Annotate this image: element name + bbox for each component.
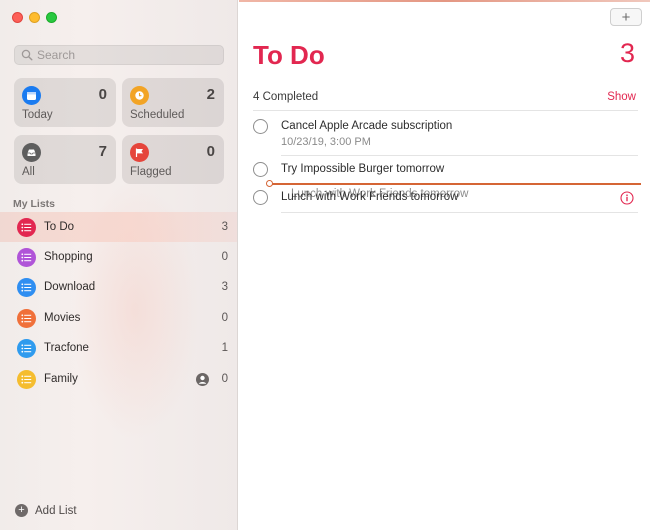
completed-summary: 4 Completed Show — [253, 91, 636, 103]
list-bullets-icon — [17, 369, 36, 389]
task-checkbox[interactable] — [253, 162, 268, 177]
search-input[interactable]: Search — [14, 45, 224, 65]
shared-person-icon — [196, 372, 209, 386]
minimize-window-button[interactable] — [29, 12, 40, 23]
list-name: Shopping — [44, 251, 93, 263]
drop-indicator-dot — [266, 180, 273, 187]
close-window-button[interactable] — [12, 12, 23, 23]
divider — [281, 212, 638, 213]
tray-icon — [22, 143, 41, 162]
list-count: 0 — [221, 251, 228, 263]
task-title[interactable]: Cancel Apple Arcade subscription — [281, 120, 452, 132]
list-count: 3 — [221, 221, 228, 233]
list-title: To Do — [253, 40, 325, 70]
add-list-button[interactable]: + Add List — [15, 504, 77, 517]
sidebar-item-movies[interactable]: Movies 0 — [0, 303, 237, 333]
smart-list-flagged[interactable]: 0 Flagged — [122, 135, 224, 184]
smart-list-scheduled[interactable]: 2 Scheduled — [122, 78, 224, 127]
list-bullets-icon — [17, 338, 36, 358]
divider — [253, 110, 638, 111]
sidebar-item-download[interactable]: Download 3 — [0, 272, 237, 302]
sidebar-item-to-do[interactable]: To Do 3 — [0, 212, 237, 242]
list-name: Family — [44, 373, 78, 385]
add-list-label: Add List — [35, 504, 77, 517]
flag-icon — [130, 143, 149, 162]
reminders-window: Search 0 Today 2 Scheduled 7 All 0 Flagg… — [0, 0, 650, 530]
scheduled-count: 2 — [206, 86, 215, 103]
list-name: Download — [44, 281, 96, 293]
all-label: All — [22, 166, 35, 178]
add-reminder-button[interactable]: + — [610, 8, 642, 26]
list-bullets-icon — [17, 277, 36, 297]
scheduled-label: Scheduled — [130, 109, 185, 121]
clock-icon — [130, 86, 149, 105]
list-count: 0 — [221, 373, 228, 385]
today-label: Today — [22, 109, 53, 121]
smart-list-all[interactable]: 7 All — [14, 135, 116, 184]
today-count: 0 — [98, 86, 107, 103]
divider — [281, 155, 638, 156]
flagged-label: Flagged — [130, 166, 172, 178]
my-lists-heading: My Lists — [13, 198, 56, 210]
task-title[interactable]: Try Impossible Burger tomorrow — [281, 163, 444, 175]
completed-count-text: 4 Completed — [253, 91, 319, 103]
sidebar-item-shopping[interactable]: Shopping 0 — [0, 242, 237, 272]
list-count: 1 — [221, 342, 228, 354]
list-name: To Do — [44, 221, 75, 233]
task-checkbox[interactable] — [253, 190, 268, 205]
flagged-count: 0 — [206, 143, 215, 160]
list-bullets-icon — [17, 217, 36, 237]
list-name: Tracfone — [44, 342, 89, 354]
task-checkbox[interactable] — [253, 119, 268, 134]
sidebar: Search 0 Today 2 Scheduled 7 All 0 Flagg… — [0, 0, 238, 530]
list-bullets-icon — [17, 308, 36, 328]
task-title[interactable]: Lunch with Work Friends tomorrow — [281, 191, 458, 203]
sidebar-item-family[interactable]: Family 0 — [0, 364, 237, 394]
plus-circle-icon: + — [15, 504, 28, 517]
task-due-date: 10/23/19, 3:00 PM — [281, 136, 371, 148]
drop-indicator — [268, 183, 641, 185]
list-bullets-icon — [17, 247, 36, 267]
zoom-window-button[interactable] — [46, 12, 57, 23]
show-completed-button[interactable]: Show — [607, 91, 636, 103]
search-placeholder: Search — [37, 48, 76, 62]
list-count: 3 — [221, 281, 228, 293]
toolbar-accent — [239, 0, 650, 2]
search-icon — [21, 49, 33, 61]
list-name: Movies — [44, 312, 81, 324]
all-count: 7 — [98, 143, 107, 160]
info-icon[interactable] — [620, 191, 634, 205]
list-count-large: 3 — [619, 38, 635, 68]
sidebar-item-tracfone[interactable]: Tracfone 1 — [0, 333, 237, 363]
main-panel: + To Do 3 4 Completed Show Cancel Apple … — [239, 0, 650, 530]
smart-list-today[interactable]: 0 Today — [14, 78, 116, 127]
list-count: 0 — [221, 312, 228, 324]
calendar-icon — [22, 86, 41, 105]
